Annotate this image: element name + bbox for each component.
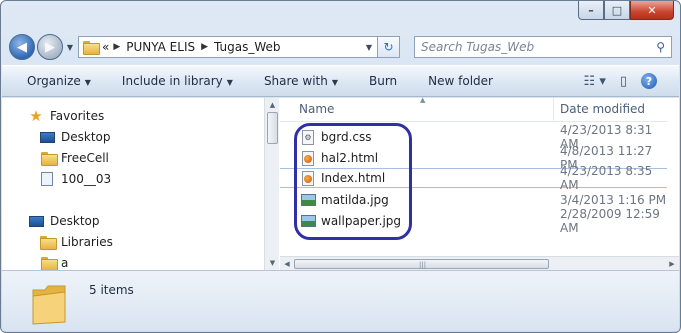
- nav-desktop-favorite[interactable]: Desktop: [39, 127, 111, 147]
- forward-button[interactable]: ▶: [37, 34, 63, 60]
- search-placeholder: Search Tugas_Web: [421, 40, 535, 54]
- nav-100-03[interactable]: 100__03: [39, 169, 111, 189]
- include-in-library-menu[interactable]: Include in library ▼: [122, 74, 233, 88]
- minimize-button[interactable]: –: [578, 1, 604, 20]
- nav-desktop[interactable]: Desktop: [28, 211, 100, 231]
- caption-buttons: – □ ✕: [578, 1, 674, 21]
- horizontal-scroll-thumb[interactable]: |||: [294, 259, 549, 269]
- folder-icon: [83, 41, 100, 55]
- details-pane: 5 items: [2, 270, 679, 331]
- file-row-selected[interactable]: Index.html 4/23/2013 8:35 AM: [280, 164, 667, 192]
- file-row[interactable]: wallpaper.jpg 2/28/2009 12:59 AM: [280, 207, 667, 235]
- help-icon[interactable]: ?: [641, 73, 657, 89]
- image-file-icon: [300, 192, 316, 208]
- scroll-grip: |||: [419, 261, 427, 269]
- organize-menu[interactable]: Organize ▼: [27, 74, 91, 88]
- back-button[interactable]: ◀: [9, 34, 35, 60]
- folder-icon: [39, 152, 58, 166]
- sort-ascending-icon: ▲: [420, 96, 426, 104]
- file-name: wallpaper.jpg: [321, 214, 402, 228]
- share-with-menu[interactable]: Share with ▼: [264, 74, 338, 88]
- css-file-icon: ⚙: [300, 129, 316, 145]
- preview-pane-icon[interactable]: ▯: [620, 74, 627, 89]
- file-name: matilda.jpg: [321, 193, 389, 207]
- file-name: Index.html: [321, 171, 386, 185]
- breadcrumb-punya-elis[interactable]: PUNYA ELIS: [126, 40, 195, 54]
- image-file-icon: [300, 213, 316, 229]
- breadcrumb-separator: ▶: [113, 42, 121, 52]
- address-bar[interactable]: « ▶ PUNYA ELIS ▶ Tugas_Web ▼: [78, 36, 378, 58]
- folder-icon: [31, 282, 67, 329]
- nav-libraries[interactable]: Libraries: [39, 232, 113, 252]
- file-date: 4/23/2013 8:35 AM: [560, 164, 653, 192]
- scroll-thumb[interactable]: [267, 112, 278, 144]
- address-row: ◀ ▶ ▼ « ▶ PUNYA ELIS ▶ Tugas_Web ▼ ↻ Sea…: [9, 33, 672, 61]
- libraries-icon: [39, 236, 57, 250]
- scroll-right-arrow[interactable]: ▶: [665, 257, 679, 271]
- search-input[interactable]: Search Tugas_Web ⚲: [414, 36, 672, 58]
- chevron-down-icon: ▼: [331, 78, 338, 87]
- file-list-pane: ▲ Name Date modified ⚙ bgrd.css 4/23/201…: [280, 96, 679, 270]
- chevron-down-icon: ▼: [226, 78, 233, 87]
- desktop-icon: [39, 131, 55, 143]
- close-button[interactable]: ✕: [630, 1, 674, 20]
- file-name: bgrd.css: [321, 130, 372, 144]
- content-area: ★ Favorites Desktop FreeCell 100__03 Des…: [2, 96, 679, 271]
- column-date-modified[interactable]: Date modified: [560, 102, 645, 116]
- nav-freecell[interactable]: FreeCell: [39, 148, 109, 168]
- desktop-icon: [28, 215, 44, 227]
- horizontal-scrollbar[interactable]: ◀ ||| ▶: [280, 256, 679, 270]
- column-header: ▲ Name Date modified: [280, 96, 679, 122]
- refresh-button[interactable]: ↻: [378, 36, 400, 58]
- star-icon: ★: [29, 107, 43, 125]
- file-date: 3/4/2013 1:16 PM: [560, 193, 667, 207]
- navigation-pane: ★ Favorites Desktop FreeCell 100__03 Des…: [2, 98, 264, 271]
- breadcrumb-tugas-web[interactable]: Tugas_Web: [214, 40, 281, 54]
- scroll-down-arrow[interactable]: ▼: [265, 256, 280, 270]
- document-icon: [39, 172, 55, 186]
- column-name[interactable]: Name: [299, 102, 334, 116]
- new-folder-button[interactable]: New folder: [428, 74, 493, 88]
- recent-pages-dropdown[interactable]: ▼: [64, 43, 76, 52]
- html-file-icon: [300, 150, 316, 166]
- burn-button[interactable]: Burn: [369, 74, 397, 88]
- breadcrumb-separator: ▶: [201, 42, 209, 52]
- item-count: 5 items: [89, 283, 134, 297]
- maximize-button[interactable]: □: [604, 1, 630, 20]
- chevron-down-icon: ▼: [84, 78, 91, 87]
- scroll-up-arrow[interactable]: ▲: [265, 98, 280, 112]
- html-file-icon: [300, 170, 316, 186]
- nav-favorites[interactable]: ★ Favorites: [28, 106, 104, 126]
- command-bar: Organize ▼ Include in library ▼ Share with…: [2, 65, 679, 97]
- breadcrumb-overflow[interactable]: «: [102, 40, 109, 54]
- view-options-icon[interactable]: ☷ ▾: [584, 74, 606, 89]
- user-folder-icon: [39, 257, 58, 271]
- file-date: 2/28/2009 12:59 AM: [560, 207, 660, 235]
- address-dropdown[interactable]: ▼: [361, 43, 377, 52]
- scroll-left-arrow[interactable]: ◀: [280, 257, 294, 271]
- column-separator[interactable]: [553, 98, 554, 122]
- file-name: hal2.html: [321, 151, 379, 165]
- file-list-vertical-scroll: [667, 98, 679, 256]
- navigation-scrollbar[interactable]: ▲ ▼: [264, 98, 279, 270]
- search-icon[interactable]: ⚲: [656, 40, 665, 54]
- explorer-window: – □ ✕ ◀ ▶ ▼ « ▶ PUNYA ELIS ▶ Tugas_Web ▼…: [0, 0, 681, 333]
